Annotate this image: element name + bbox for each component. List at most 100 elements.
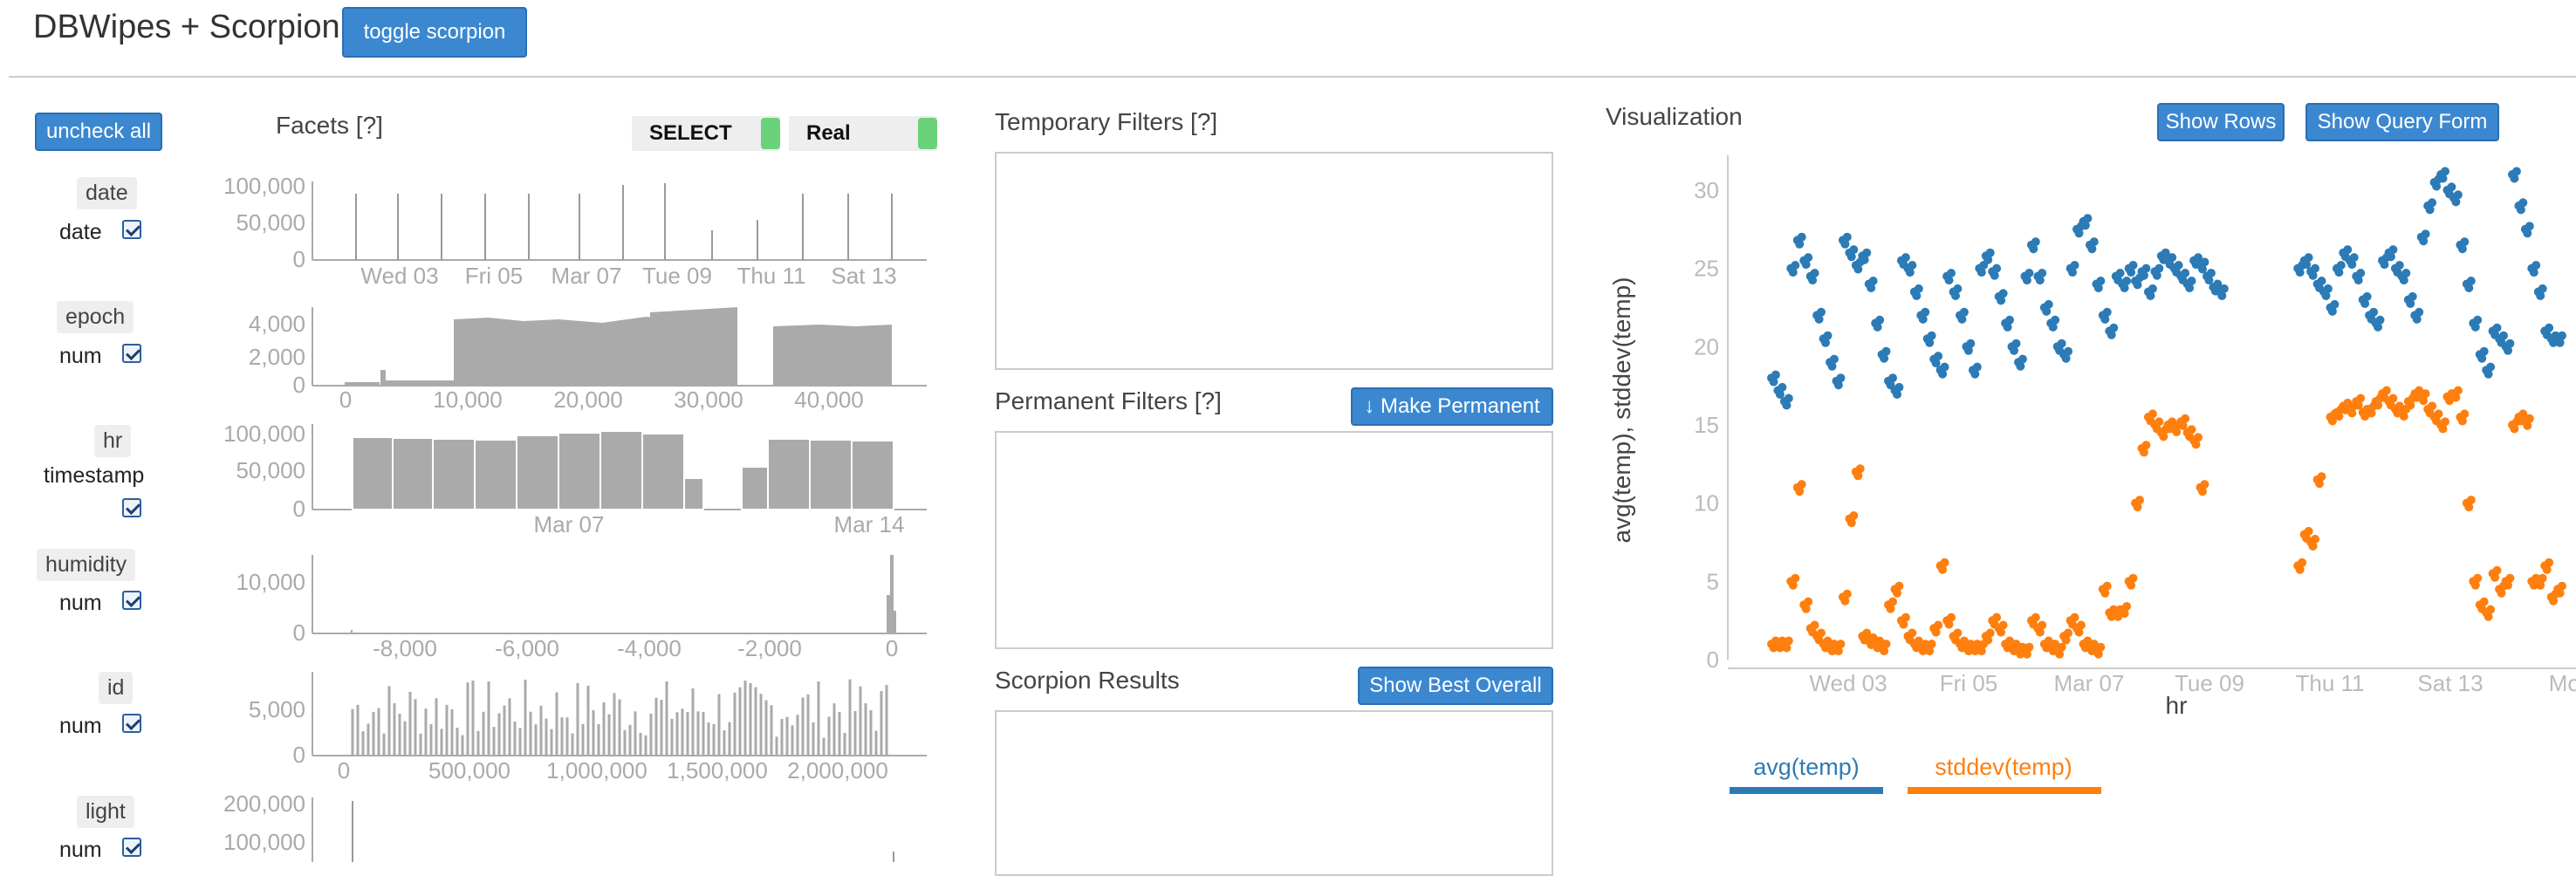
stddev-temp-point[interactable] [2492, 565, 2502, 575]
avg-temp-point[interactable] [2538, 284, 2547, 293]
avg-temp-point[interactable] [1908, 261, 1917, 270]
avg-temp-point[interactable] [2044, 299, 2053, 309]
stddev-temp-point[interactable] [1849, 511, 1859, 520]
avg-temp-point[interactable] [1921, 307, 1930, 317]
visualization-chart[interactable]: 302520151050 Wed 03 Fri 05 Mar 07 Tue 09 Thu… [1597, 140, 2576, 820]
avg-temp-point[interactable] [1862, 248, 1872, 257]
avg-temp-point[interactable] [2181, 269, 2190, 277]
stddev-temp-point[interactable] [2460, 409, 2470, 419]
stddev-temp-point[interactable] [2453, 386, 2463, 395]
avg-temp-point[interactable] [2219, 284, 2229, 293]
avg-temp-point[interactable] [2031, 237, 2040, 247]
stddev-temp-point[interactable] [1998, 620, 2008, 630]
avg-temp-point[interactable] [2304, 253, 2313, 263]
avg-temp-point[interactable] [2375, 315, 2385, 325]
stddev-temp-point[interactable] [2545, 558, 2554, 567]
stddev-temp-point[interactable] [2024, 642, 2034, 652]
avg-temp-point[interactable] [1804, 253, 1813, 263]
avg-temp-point[interactable] [2349, 253, 2359, 263]
avg-temp-point[interactable] [2531, 261, 2541, 270]
avg-temp-point[interactable] [2408, 291, 2417, 301]
avg-temp-point[interactable] [2479, 346, 2489, 356]
stddev-temp-point[interactable] [2486, 605, 2496, 614]
avg-temp-point[interactable] [2336, 261, 2346, 270]
avg-temp-point[interactable] [1888, 373, 1897, 383]
avg-temp-point[interactable] [2317, 277, 2326, 285]
stddev-temp-point[interactable] [2298, 558, 2307, 567]
stddev-temp-point[interactable] [2441, 417, 2449, 427]
stddev-temp-point[interactable] [1791, 573, 1800, 583]
stddev-temp-point[interactable] [2356, 394, 2366, 403]
avg-temp-point[interactable] [2200, 257, 2209, 267]
avg-temp-point[interactable] [2089, 237, 2099, 247]
stddev-temp-point[interactable] [2181, 414, 2190, 423]
facet-chart-id[interactable]: 5,000 0 0 500,000 1,000,000 1,500,000 2,… [249, 672, 927, 784]
avg-temp-point[interactable] [2460, 237, 2470, 247]
temporary-filters-box[interactable] [995, 152, 1553, 370]
avg-temp-point[interactable] [2447, 182, 2456, 192]
avg-temp-point[interactable] [2486, 362, 2496, 372]
avg-temp-point[interactable] [2057, 339, 2066, 348]
avg-temp-point[interactable] [2174, 261, 2183, 270]
stddev-temp-point[interactable] [2466, 496, 2476, 505]
stddev-temp-point[interactable] [1947, 613, 1956, 622]
avg-temp-point[interactable] [2401, 269, 2411, 277]
avg-temp-point[interactable] [1901, 253, 1910, 263]
avg-temp-point[interactable] [1914, 284, 1923, 293]
stddev-temp-point[interactable] [2096, 642, 2106, 652]
stddev-temp-point[interactable] [2479, 597, 2489, 606]
stddev-temp-point[interactable] [1927, 640, 1936, 649]
show-best-overall-button[interactable]: Show Best Overall [1358, 667, 1553, 705]
legend-stddev-swatch[interactable] [1908, 787, 2101, 794]
stddev-temp-point[interactable] [1894, 581, 1904, 591]
avg-temp-point[interactable] [1998, 289, 2008, 298]
facet-chart-humidity[interactable]: 10,000 0 -8,000 -6,000 -4,000 -2,000 0 [236, 555, 927, 661]
avg-temp-point[interactable] [1849, 245, 1859, 255]
permanent-filters-box[interactable] [995, 431, 1553, 649]
avg-temp-point[interactable] [1791, 261, 1800, 270]
facet-chart-hr[interactable]: 100,000 50,000 0 Mar 07 Mar 14 [223, 421, 927, 537]
stddev-temp-point[interactable] [1797, 480, 1806, 489]
stddev-temp-point[interactable] [1888, 597, 1897, 606]
avg-temp-point[interactable] [2343, 245, 2353, 255]
stddev-temp-point[interactable] [1784, 636, 1793, 646]
avg-temp-point[interactable] [1817, 307, 1826, 317]
stddev-temp-point[interactable] [1836, 640, 1846, 649]
stddev-temp-point[interactable] [1940, 558, 1949, 567]
stddev-temp-point[interactable] [2304, 526, 2313, 536]
avg-temp-point[interactable] [2038, 269, 2047, 277]
avg-temp-point[interactable] [2421, 229, 2430, 239]
avg-temp-point[interactable] [1868, 277, 1878, 285]
avg-temp-point[interactable] [2168, 253, 2177, 263]
avg-temp-point[interactable] [1823, 331, 1833, 340]
avg-temp-point[interactable] [2362, 291, 2372, 301]
avg-temp-point[interactable] [2115, 269, 2125, 277]
facet-chart-epoch[interactable]: 4,000 2,000 0 0 10,000 20,000 30,000 40,… [249, 307, 927, 413]
stddev-temp-point[interactable] [2434, 409, 2443, 419]
stddev-temp-point[interactable] [2200, 480, 2209, 489]
stddev-temp-point[interactable] [1992, 613, 2002, 622]
make-permanent-button[interactable]: ↓ Make Permanent [1351, 387, 1553, 426]
avg-temp-point[interactable] [2141, 263, 2151, 273]
avg-temp-point[interactable] [1778, 382, 1787, 392]
stddev-temp-point[interactable] [1934, 620, 1943, 630]
avg-temp-point[interactable] [1894, 382, 1904, 392]
stddev-temp-point[interactable] [2135, 496, 2144, 505]
avg-temp-point[interactable] [1784, 394, 1793, 403]
avg-temp-point[interactable] [2499, 331, 2508, 340]
stddev-temp-point[interactable] [1985, 628, 1995, 638]
avg-temp-point[interactable] [1947, 269, 1956, 277]
scorpion-results-box[interactable] [995, 710, 1553, 876]
avg-temp-point[interactable] [1829, 354, 1839, 364]
avg-temp-point[interactable] [1836, 373, 1846, 383]
avg-temp-point[interactable] [2466, 277, 2476, 285]
stddev-temp-point[interactable] [1908, 628, 1917, 638]
avg-temp-point[interactable] [1934, 352, 1943, 361]
avg-temp-point[interactable] [1940, 362, 1949, 372]
temporary-filters-title[interactable]: Temporary Filters [?] [995, 108, 1217, 136]
stddev-temp-point[interactable] [1881, 640, 1891, 649]
avg-temp-point[interactable] [2148, 284, 2157, 293]
avg-temp-point[interactable] [2096, 277, 2106, 285]
avg-temp-point[interactable] [1966, 339, 1976, 348]
stddev-temp-point[interactable] [2128, 573, 2138, 583]
